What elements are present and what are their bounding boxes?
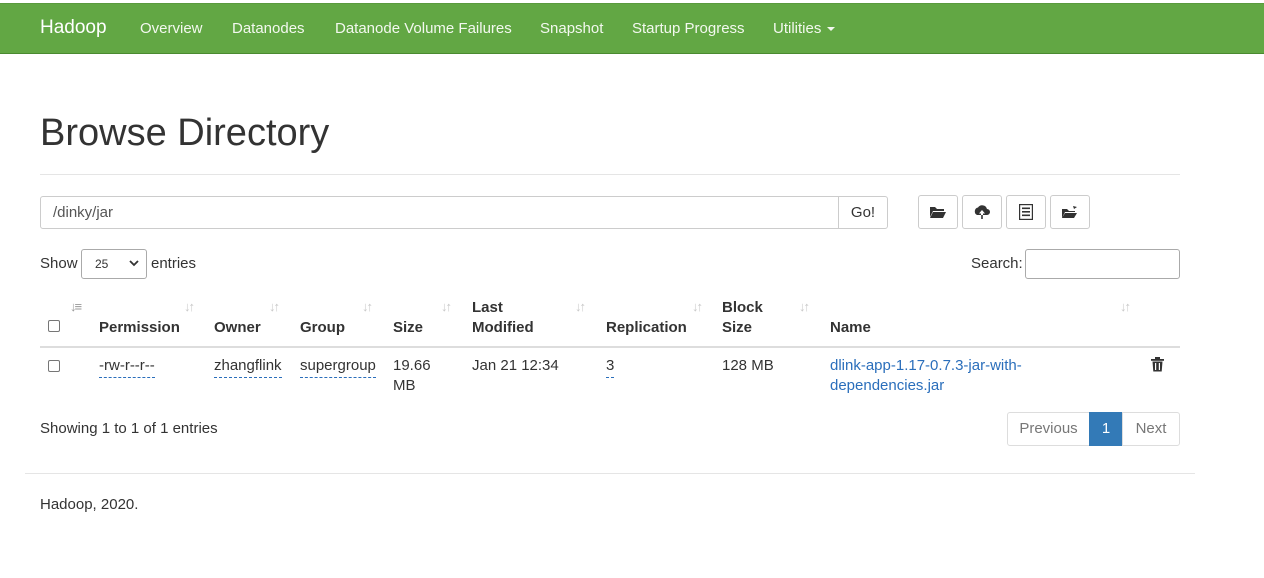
header-block-size-line1[interactable]: Block <box>722 298 763 318</box>
size-cell-line2: MB <box>393 377 416 394</box>
go-button[interactable]: Go! <box>838 196 888 229</box>
block-size-cell: 128 MB <box>722 357 774 374</box>
sort-icon[interactable]: ↓↑ <box>362 299 373 314</box>
size-cell-line1: 19.66 <box>393 357 431 374</box>
header-size[interactable]: Size <box>393 318 423 338</box>
footer-divider <box>25 473 1195 474</box>
permission-cell[interactable]: -rw-r--r-- <box>99 356 155 378</box>
nav-snapshot[interactable]: Snapshot <box>540 20 603 37</box>
trash-icon[interactable] <box>1151 357 1164 372</box>
table-info: Showing 1 to 1 of 1 entries <box>40 420 218 437</box>
file-name-link-line1[interactable]: dlink-app-1.17-0.7.3-jar-with- <box>830 356 1022 376</box>
show-label: Show <box>40 255 78 272</box>
nav-utilities-dropdown[interactable]: Utilities <box>773 20 836 37</box>
header-last-modified-line1[interactable]: Last <box>472 298 503 318</box>
last-modified-cell: Jan 21 12:34 <box>472 357 559 374</box>
header-name[interactable]: Name <box>830 318 871 338</box>
caret-down-icon <box>827 27 836 32</box>
next-page-button[interactable]: Next <box>1122 412 1180 446</box>
replication-cell[interactable]: 3 <box>606 356 615 378</box>
entries-label: entries <box>151 255 197 272</box>
sort-icon[interactable]: ↓↑ <box>269 299 280 314</box>
header-last-modified-line2[interactable]: Modified <box>472 318 534 338</box>
directory-path-input[interactable]: /dinky/jar <box>40 196 839 229</box>
file-name-link-line2[interactable]: dependencies.jar <box>830 376 944 396</box>
table-header-divider <box>40 346 1180 348</box>
nav-datanodes[interactable]: Datanodes <box>232 20 305 37</box>
sort-icon[interactable]: ↓↑ <box>184 299 195 314</box>
cut-paste-button[interactable] <box>1050 195 1090 229</box>
nav-overview[interactable]: Overview <box>140 20 203 37</box>
entries-per-page-select[interactable]: 25 <box>81 249 147 279</box>
page-1-button[interactable]: 1 <box>1089 412 1123 446</box>
chevron-down-icon <box>129 260 139 267</box>
upload-files-button[interactable] <box>962 195 1002 229</box>
nav-utilities-label: Utilities <box>773 20 822 37</box>
sort-icon[interactable]: ↓↑ <box>575 299 586 314</box>
entries-per-page-value: 25 <box>95 257 109 271</box>
folder-open-icon <box>930 207 946 218</box>
row-select-checkbox[interactable] <box>48 360 60 372</box>
cloud-upload-icon <box>974 205 990 219</box>
select-all-checkbox[interactable] <box>48 320 60 332</box>
table-search-input[interactable] <box>1025 249 1180 279</box>
list-view-button[interactable] <box>1006 195 1046 229</box>
search-label: Search: <box>971 255 1023 272</box>
header-block-size-line2[interactable]: Size <box>722 318 752 338</box>
create-directory-button[interactable] <box>918 195 958 229</box>
sort-amount-asc-icon[interactable]: ↓≡ <box>70 299 82 314</box>
brand-link[interactable]: Hadoop <box>40 17 107 39</box>
footer-text: Hadoop, 2020. <box>40 496 139 513</box>
cut-paste-icon <box>1062 206 1077 218</box>
header-permission[interactable]: Permission <box>99 318 180 338</box>
top-navbar: Hadoop Overview Datanodes Datanode Volum… <box>0 3 1264 54</box>
nav-startup-progress[interactable]: Startup Progress <box>632 20 745 37</box>
list-alt-icon <box>1019 204 1033 220</box>
group-cell[interactable]: supergroup <box>300 356 376 378</box>
sort-icon[interactable]: ↓↑ <box>799 299 810 314</box>
nav-datanode-volume-failures[interactable]: Datanode Volume Failures <box>335 20 512 37</box>
header-replication[interactable]: Replication <box>606 318 687 338</box>
page-title: Browse Directory <box>40 112 330 154</box>
sort-icon[interactable]: ↓↑ <box>692 299 703 314</box>
sort-icon[interactable]: ↓↑ <box>441 299 452 314</box>
header-group[interactable]: Group <box>300 318 345 338</box>
sort-icon[interactable]: ↓↑ <box>1120 299 1131 314</box>
title-divider <box>40 174 1180 175</box>
owner-cell[interactable]: zhangflink <box>214 356 282 378</box>
header-owner[interactable]: Owner <box>214 318 261 338</box>
previous-page-button[interactable]: Previous <box>1007 412 1090 446</box>
